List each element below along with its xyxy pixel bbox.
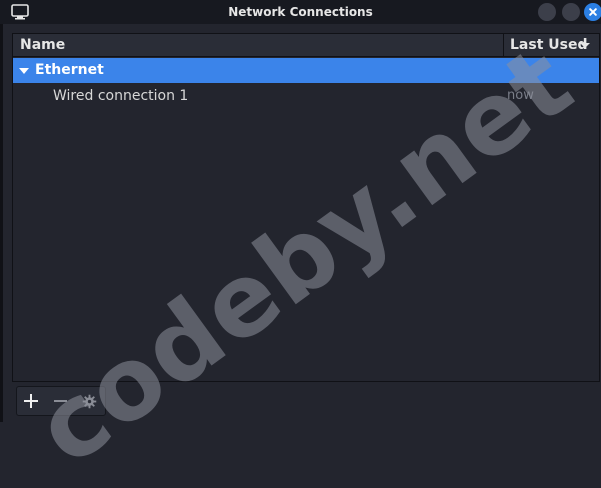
connection-row[interactable]: Wired connection 1 now: [13, 84, 599, 108]
window-title: Network Connections: [228, 5, 373, 19]
maximize-button[interactable]: [562, 3, 580, 21]
column-header-last-used[interactable]: Last Used: [510, 34, 588, 57]
group-label: Ethernet: [35, 62, 104, 78]
expander-arrow-icon[interactable]: [19, 68, 29, 74]
connections-table[interactable]: Name Last Used Ethernet Wired connection…: [12, 33, 600, 382]
minimize-button[interactable]: [538, 3, 556, 21]
minus-icon: [54, 400, 67, 402]
column-divider[interactable]: [503, 34, 504, 56]
table-header: Name Last Used: [13, 34, 599, 57]
connection-last-used: now: [507, 88, 534, 103]
connection-toolbar: [16, 386, 106, 416]
remove-connection-button[interactable]: [46, 387, 75, 415]
window-left-edge: [0, 24, 3, 422]
group-row-ethernet[interactable]: Ethernet: [13, 58, 599, 83]
connection-name: Wired connection 1: [53, 88, 189, 104]
chevron-down-icon[interactable]: [580, 43, 590, 48]
column-header-name[interactable]: Name: [20, 34, 65, 57]
title-bar: Network Connections: [0, 0, 601, 24]
close-button[interactable]: [584, 3, 601, 21]
edit-connection-button[interactable]: [75, 387, 104, 415]
add-connection-button[interactable]: [17, 387, 46, 415]
gear-icon: [82, 394, 97, 409]
